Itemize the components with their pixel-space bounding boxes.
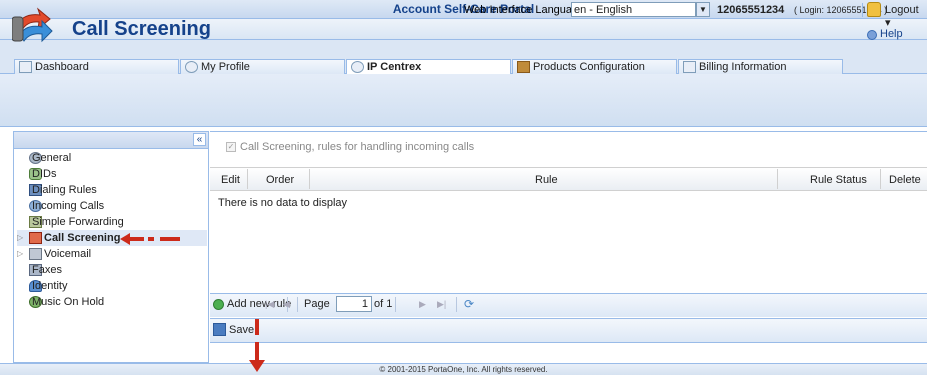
profile-icon [185, 61, 198, 73]
sidebar-item-label: Dialing Rules [32, 184, 97, 196]
sidebar-item-label: Identity [32, 280, 68, 292]
tab-label: Dashboard [35, 61, 89, 73]
tab-label: Billing Information [699, 61, 787, 73]
tab-my-profile[interactable]: My Profile [180, 59, 345, 74]
help-link[interactable]: Help [880, 28, 903, 40]
tab-ip-centrex[interactable]: IP Centrex [346, 59, 511, 75]
tab-dashboard[interactable]: Dashboard [14, 59, 179, 74]
call-screening-icon [29, 232, 42, 244]
sidebar-item-simple-forwarding[interactable]: Simple Forwarding [17, 214, 207, 230]
column-rule-status[interactable]: Rule Status [810, 174, 867, 186]
divider [309, 169, 310, 189]
annotation-arrow-left-icon [120, 233, 180, 245]
account-number: 12065551234 [717, 4, 785, 16]
expand-icon[interactable]: ▷ [17, 230, 23, 246]
column-order[interactable]: Order [266, 174, 294, 186]
previous-page-icon[interactable]: ◀ [283, 299, 290, 310]
call-screening-icon [12, 7, 53, 43]
add-icon[interactable] [213, 299, 224, 310]
save-button[interactable]: Save [229, 324, 254, 336]
divider [880, 169, 881, 189]
page-title: Call Screening [72, 18, 211, 40]
column-delete[interactable]: Delete [889, 174, 921, 186]
call-screening-checkbox[interactable]: ✓ [226, 142, 236, 152]
divider [247, 169, 248, 189]
expand-icon[interactable]: ▷ [17, 246, 23, 262]
divider [395, 297, 396, 312]
products-icon [517, 61, 530, 73]
refresh-icon[interactable]: ⟳ [464, 297, 476, 311]
chevron-down-icon[interactable]: ▼ [696, 2, 710, 17]
sidebar-item-dialing-rules[interactable]: Dialing Rules [17, 182, 207, 198]
add-new-rule-button[interactable]: Add new rule [227, 298, 291, 310]
sidebar-header [14, 132, 208, 149]
divider [456, 297, 457, 312]
divider [862, 3, 863, 17]
first-page-icon[interactable]: |◀ [265, 299, 274, 310]
tab-label: Products Configuration [533, 61, 645, 73]
sidebar-item-label: General [32, 152, 72, 164]
checkbox-label: Call Screening, rules for handling incom… [240, 141, 475, 153]
tab-billing-information[interactable]: Billing Information [678, 59, 843, 74]
sidebar-item-label: Voicemail [44, 248, 92, 260]
gear-icon [351, 61, 364, 73]
sidebar-item-general[interactable]: General [17, 150, 207, 166]
footer-copyright: © 2001-2015 PortaOne, Inc. All rights re… [0, 363, 927, 375]
document-icon [683, 61, 696, 73]
sidebar-item-label: Music On Hold [32, 296, 105, 308]
lock-icon[interactable] [867, 2, 881, 17]
floppy-disk-icon[interactable] [213, 323, 226, 336]
sidebar-item-music-on-hold[interactable]: Music On Hold [17, 294, 207, 310]
collapse-sidebar-button[interactable]: « [193, 133, 206, 146]
dashboard-icon [19, 61, 32, 73]
sidebar-item-incoming-calls[interactable]: Incoming Calls [17, 198, 207, 214]
divider [777, 169, 778, 189]
annotation-arrow-down-icon [249, 342, 265, 372]
last-page-icon[interactable]: ▶| [437, 299, 446, 310]
save-toolbar [210, 318, 927, 343]
sidebar-item-label: Call Screening [44, 232, 121, 244]
sidebar-item-label: Incoming Calls [32, 200, 105, 212]
sidebar-item-label: Simple Forwarding [32, 216, 124, 228]
voicemail-icon [29, 248, 42, 260]
divider [297, 297, 298, 312]
next-page-icon[interactable]: ▶ [419, 299, 426, 310]
sidebar-item-label: DIDs [32, 168, 57, 180]
sidebar-item-dids[interactable]: DIDs [17, 166, 207, 182]
tab-bar: Dashboard My Profile IP Centrex Products… [0, 40, 927, 75]
tab-label: IP Centrex [367, 61, 422, 73]
sidebar-item-label: Faxes [32, 264, 62, 276]
language-label: Web Interface Language: [464, 4, 588, 16]
language-select[interactable]: en - English [571, 2, 696, 17]
page-number-input[interactable]: 1 [336, 296, 372, 312]
column-rule[interactable]: Rule [535, 174, 558, 186]
tab-products-configuration[interactable]: Products Configuration [512, 59, 677, 74]
annotation-arrow-shaft [255, 319, 259, 335]
empty-message: There is no data to display [218, 197, 348, 209]
rules-table-header: Edit Order Rule Rule Status Delete [210, 167, 927, 191]
logout-button[interactable]: Logout ▾ [885, 4, 927, 29]
column-edit[interactable]: Edit [221, 174, 240, 186]
page-header [0, 74, 927, 127]
sidebar-item-voicemail[interactable]: ▷ Voicemail [17, 246, 207, 262]
page-count: of 1 [374, 298, 393, 310]
help-icon[interactable] [867, 30, 877, 40]
sidebar-item-faxes[interactable]: Faxes [17, 262, 207, 278]
tab-label: My Profile [201, 61, 250, 73]
sidebar-item-identity[interactable]: Identity [17, 278, 207, 294]
page-label: Page [304, 298, 330, 310]
